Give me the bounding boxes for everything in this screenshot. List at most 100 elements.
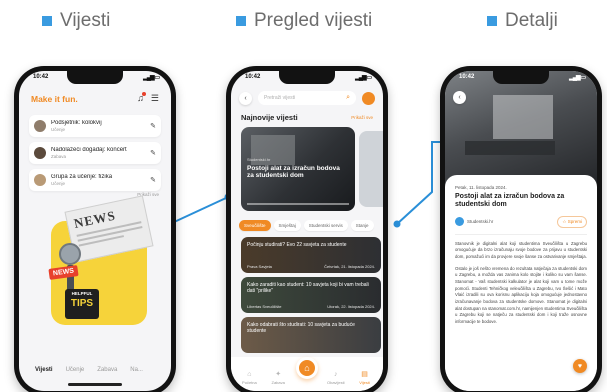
notification-thumbnail [34,147,46,159]
save-article-button[interactable]: ☆ Spremi [557,215,587,228]
edit-icon[interactable]: ✎ [150,149,156,157]
section-title: Najnovije vijesti [241,113,298,122]
notification-title: Grupa za učenje: fizika [51,173,113,180]
phone-notch [67,71,123,84]
heading-detail-label: Detalji [505,10,558,31]
news-card-source: Prava Savjeta [247,264,272,269]
article-hero-image [445,71,597,189]
featured-source: Studentski.hr [247,157,271,162]
heading-bullet-icon [42,16,52,26]
newspaper-icon: ▤ [361,371,368,378]
category-chips: Sveučilište Smještaj Studentski servis S… [239,220,374,231]
featured-news-card[interactable]: Studentski.hr Postoji alat za izračun bo… [241,127,355,211]
chip-university[interactable]: Sveučilište [239,220,271,231]
heading-bullet-icon [487,16,497,26]
menu-icon[interactable]: ☰ [151,93,159,104]
phone-screen: 10:42 ▂▄▆ ▭ Make it fun. ♫ ☰ Podsjetnik:… [19,71,171,391]
news-card-title: Kako odabrati što studirati: 10 savjeta … [247,322,355,334]
helpful-label: HELPFUL [71,291,93,296]
article-meta: Studentski.hr ☆ Spremi [455,215,587,235]
phone-news-list: 10:42 ▂▄▆ ▭ Make it fun. ♫ ☰ Podsjetnik:… [14,66,176,392]
category-tabs: Vijesti Učenje Zabava Na... [35,367,165,373]
featured-excerpt-line [247,203,349,205]
notification-item[interactable]: Nadolazeći događaj: koncert Zabava ✎ [29,142,161,164]
helpful-tips-sign: HELPFUL TIPS [65,289,99,319]
article-paragraph: Stanovnik je digitalni alat koji student… [455,240,587,260]
connector-line [171,197,227,224]
news-card-title: Počinju studirati? Evo 22 savjeta za stu… [247,242,347,248]
phone-notch [493,71,549,84]
search-icon[interactable]: ⌕ [346,94,350,102]
featured-title: Postoji alat za izračun bodova za studen… [247,165,340,180]
nav-home-label: Početna [242,380,257,385]
bell-icon: ♪ [334,371,338,378]
notification-title: Podsjetnik: kolokvij [51,119,102,126]
article-paragraph: Ostalo je još nešto vremena do rezultata… [455,265,587,324]
onboarding-showcase: Vijesti Pregled vijesti Detalji 10:42 ▂▄… [0,0,607,392]
news-card-source: Libertas Sveučilište [247,304,282,309]
nav-news[interactable]: ▤ Vijesti [353,370,377,385]
phone-news-detail: 10:42 ▂▄▆ ▭ ‹ Petak, 11. listopada 2024.… [440,66,602,392]
tab-more[interactable]: Na... [130,367,143,373]
tab-fun[interactable]: Zabava [97,367,117,373]
star-icon: ☆ [562,218,567,224]
news-card-title: Kako zaraditi kao student: 10 savjeta ko… [247,282,369,294]
notification-bell-icon[interactable]: ♫ [137,92,146,104]
article-date: Petak, 11. listopada 2024. [455,185,507,190]
notification-item[interactable]: Grupa za učenje: fizika Učenje ✎ [29,169,161,191]
center-action-button[interactable]: ⌂ [296,357,318,379]
back-arrow-icon[interactable]: ‹ [239,91,252,105]
notification-item[interactable]: Podsjetnik: kolokvij Učenje ✎ [29,115,161,137]
heading-overview-label: Pregled vijesti [254,10,373,31]
back-arrow-icon[interactable]: ‹ [453,91,466,104]
notification-title: Nadolazeći događaj: koncert [51,146,127,153]
nav-fun-label: Zabava [271,380,285,385]
chip-student-service[interactable]: Studentski servis [303,220,348,231]
nav-notifications-label: Obavijesti [327,380,345,385]
edit-icon[interactable]: ✎ [150,176,156,184]
nav-news-label: Vijesti [359,380,370,385]
article-title: Postoji alat za izračun bodova za studen… [455,193,565,209]
author-name: Studentski.hr [467,219,494,225]
chip-status[interactable]: Stanje [350,220,374,231]
chip-housing[interactable]: Smještaj [273,220,301,231]
heading-list-label: Vijesti [60,10,111,31]
search-input[interactable]: Pretraži vijesti ⌕ [258,91,356,105]
news-card-date: Utorak, 22. listopada 2024. [327,304,375,309]
phone-notch [279,71,335,84]
app-header: Make it fun. ♫ ☰ [31,92,159,104]
heading-bullet-icon [236,16,246,26]
section-show-all-link[interactable]: Prikaži sve [351,115,373,120]
signal-battery-icon: ▂▄▆ ▭ [143,75,160,81]
next-featured-card-peek[interactable] [359,131,383,207]
tab-news[interactable]: Vijesti [35,367,53,373]
tab-learning[interactable]: Učenje [66,367,85,373]
status-time: 10:42 [459,74,475,80]
news-card[interactable]: Počinju studirati? Evo 22 savjeta za stu… [241,237,381,273]
save-label: Spremi [567,218,582,224]
article-body: Stanovnik je digitalni alat koji student… [455,241,587,326]
phone-screen: 10:42 ▂▄▆ ▭ ‹ Petak, 11. listopada 2024.… [445,71,597,391]
news-card[interactable]: Kako zaraditi kao student: 10 savjeta ko… [241,277,381,313]
nav-notifications[interactable]: ♪ Obavijesti [324,371,348,385]
edit-icon[interactable]: ✎ [150,122,156,130]
building-icon: ⌂ [304,363,310,373]
nav-fun[interactable]: ✦ Zabava [266,370,290,385]
search-bar-row: ‹ Pretraži vijesti ⌕ [239,91,375,105]
phone-screen: 10:42 ▂▄▆ ▭ ‹ Pretraži vijesti ⌕ Najnovi… [231,71,383,391]
search-placeholder: Pretraži vijesti [264,95,296,101]
news-card[interactable]: Kako odabrati što studirati: 10 savjeta … [241,317,381,353]
avatar[interactable] [362,91,375,105]
status-time: 10:42 [245,74,261,80]
notification-category: Zabava [51,153,67,159]
brand-title: Make it fun. [31,93,78,104]
home-icon: ⌂ [247,371,252,378]
notification-thumbnail [34,120,46,132]
heading-detail: Detalji [487,10,558,32]
notification-category: Učenje [51,180,66,186]
signal-battery-icon: ▂▄▆ ▭ [355,75,372,81]
news-card-date: Četvrtak, 21. listopada 2024. [324,264,375,269]
nav-home[interactable]: ⌂ Početna [237,371,261,385]
notification-category: Učenje [51,126,66,132]
reaction-heart-icon[interactable]: ♥ [573,359,587,373]
